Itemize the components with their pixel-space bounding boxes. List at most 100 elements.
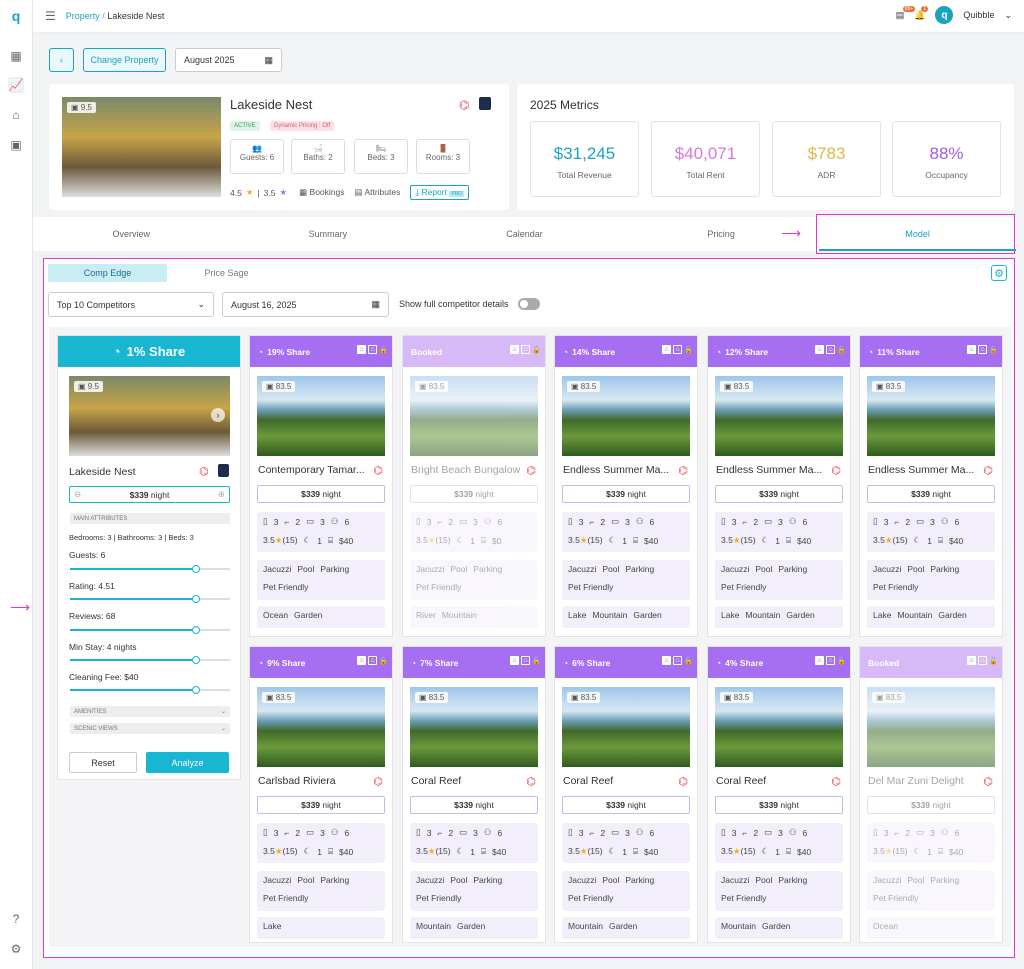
competitor-card[interactable]: Booked ⌂ ⌂ 🔓 ▣ 83.5 Del Mar Zuni Delight ⌬… [859,646,1003,943]
amenities-section[interactable]: AMENITIES ⌄ [70,706,230,717]
dashboard-icon[interactable]: ▦ [8,48,24,64]
competitor-photo[interactable]: ▣ 83.5 [257,687,385,767]
stat-reviews: (15) [740,846,756,856]
tab-summary[interactable]: Summary [230,217,427,251]
minstay-slider[interactable] [70,656,230,664]
clipboard-icon[interactable]: ▤ 99+ [896,5,916,21]
settings-icon[interactable]: ⚙ [8,941,24,957]
competitor-card[interactable]: ◔ 12% Share ⌂ ⌂ 🔓 ▣ 83.5 Endless Summer Ma.… [707,335,851,637]
calendar-icon: ▦ [264,54,273,65]
properties-icon[interactable]: ⌂ [8,107,24,123]
airbnb-icon[interactable]: ⌬ [678,464,688,477]
breadcrumb-parent[interactable]: Property [66,11,100,21]
stat-rooms: 3 [273,827,279,838]
help-icon[interactable]: ? [8,911,24,927]
view-tag: Mountain [568,921,603,931]
plus-icon[interactable]: ⊕ [218,489,225,500]
competitor-card[interactable]: ◔ 6% Share ⌂ ⌂ 🔓 ▣ 83.5 Coral Reef ⌬ $339 n… [554,646,698,943]
airbnb-icon[interactable]: ⌬ [526,464,536,477]
tab-calendar[interactable]: Calendar [426,217,623,251]
vrbo-icon[interactable] [479,97,491,110]
menu-toggle-icon[interactable]: ☰ [45,9,56,23]
people-icon: ⚇ [788,827,797,837]
competitor-photo[interactable]: ▣ 83.5 [715,376,843,456]
home-icon: ⌂ [815,345,824,354]
slider-handle[interactable] [192,656,200,664]
competitor-stats: ▯ 3 ⌐ 2 ▭ 3 ⚇ 6 3.5★(15) ☾ 1 ⌸ $40 [410,823,538,863]
full-details-toggle[interactable] [518,298,540,310]
airbnb-icon[interactable]: ⌬ [678,775,688,788]
competitor-card[interactable]: ◔ 9% Share ⌂ ⌂ 🔓 ▣ 83.5 Carlsbad Riviera ⌬ … [249,646,393,943]
competitor-photo[interactable]: ▣ 83.5 [257,376,385,456]
competitor-photo[interactable]: ▣ 83.5 [562,687,690,767]
stat-fee: $0 [492,535,502,546]
avatar[interactable]: q [935,6,954,24]
airbnb-icon[interactable]: ⌬ [831,464,841,477]
tab-overview[interactable]: Overview [33,217,230,251]
user-name[interactable]: Quibble [963,10,994,20]
competitor-photo[interactable]: ▣ 83.5 [715,687,843,767]
airbnb-icon[interactable]: ⌬ [983,775,993,788]
scenic-views-section[interactable]: SCENIC VIEWS ⌄ [70,723,230,734]
view-tag: Garden [633,610,662,620]
competitor-photo[interactable]: ▣ 83.5 [410,687,538,767]
rating-2: 3.5 [263,187,276,198]
minus-icon[interactable]: ⊖ [74,489,81,500]
reset-button[interactable]: Reset [69,752,137,773]
competitor-card[interactable]: ◔ 14% Share ⌂ ⌂ 🔓 ▣ 83.5 Endless Summer Ma.… [554,335,698,637]
airbnb-icon[interactable]: ⌬ [831,775,841,788]
app-logo[interactable]: q [8,8,24,24]
airbnb-icon[interactable]: ⌬ [983,464,993,477]
own-property-photo[interactable]: ▣ 9.5 › [69,376,230,456]
bath-icon: ⌐ [437,827,443,838]
stat-rooms: 3 [578,827,584,838]
competitor-card[interactable]: ◔ 7% Share ⌂ ⌂ 🔓 ▣ 83.5 Coral Reef ⌬ $339 n… [402,646,546,943]
price-stepper[interactable]: ⊖ $339 night ⊕ [69,486,230,503]
airbnb-icon[interactable]: ⌬ [373,464,383,477]
chevron-down-icon[interactable]: ⌄ [1004,10,1012,21]
slider-handle[interactable] [192,565,200,573]
report-button[interactable]: ⤓ Report PRO [410,185,470,200]
competitors-select[interactable]: Top 10 Competitors ⌄ [48,292,214,317]
bell-icon[interactable]: 🔔 1 [914,5,928,21]
competitor-card[interactable]: ◔ 4% Share ⌂ ⌂ 🔓 ▣ 83.5 Coral Reef ⌬ $339 n… [707,646,851,943]
guests-slider[interactable] [70,565,230,573]
airbnb-icon[interactable]: ⌬ [373,775,383,788]
back-button[interactable]: ‹ [49,48,74,72]
competitor-photo[interactable]: ▣ 83.5 [867,687,995,767]
home-outline-icon: ⌂ [826,345,835,354]
share-value: 4% Share [725,657,764,668]
stat-rating: 3.5 [873,846,885,856]
briefcase-icon[interactable]: ▣ [8,137,24,153]
date-picker[interactable]: August 16, 2025 ▦ [222,292,389,317]
analyze-button[interactable]: Analyze [146,752,229,773]
airbnb-icon[interactable]: ⌬ [199,465,209,478]
competitor-photo[interactable]: ▣ 83.5 [410,376,538,456]
next-photo-icon[interactable]: › [211,408,225,422]
property-photo[interactable]: ▣ 9.5 [62,97,221,197]
airbnb-icon[interactable]: ⌬ [459,98,469,112]
month-picker[interactable]: August 2025 ▦ [175,48,282,72]
competitor-card[interactable]: Booked ⌂ ⌂ 🔓 ▣ 83.5 Bright Beach Bungalow … [402,335,546,637]
pie-icon: ◔ [258,657,264,668]
pie-icon: ◔ [716,346,722,357]
subtab-comp-edge[interactable]: Comp Edge [48,264,167,282]
gear-icon[interactable]: ⚙ [991,265,1007,281]
slider-handle[interactable] [192,626,200,634]
change-property-button[interactable]: Change Property [83,48,166,72]
slider-handle[interactable] [192,595,200,603]
airbnb-icon[interactable]: ⌬ [526,775,536,788]
reviews-slider[interactable] [70,626,230,634]
analytics-icon[interactable]: 📈 [8,77,24,93]
competitor-card[interactable]: ◔ 11% Share ⌂ ⌂ 🔓 ▣ 83.5 Endless Summer Ma.… [859,335,1003,637]
vrbo-icon[interactable] [218,464,229,477]
competitor-photo[interactable]: ▣ 83.5 [867,376,995,456]
attributes-link[interactable]: ▤ Attributes [355,187,401,198]
cleaning-slider[interactable] [70,686,230,694]
competitor-photo[interactable]: ▣ 83.5 [562,376,690,456]
rating-slider[interactable] [70,595,230,603]
slider-handle[interactable] [192,686,200,694]
bookings-link[interactable]: ▦ Bookings [299,187,344,198]
competitor-card[interactable]: ◔ 19% Share ⌂ ⌂ 🔓 ▣ 83.5 Contemporary Tamar… [249,335,393,637]
subtab-price-sage[interactable]: Price Sage [167,264,286,282]
